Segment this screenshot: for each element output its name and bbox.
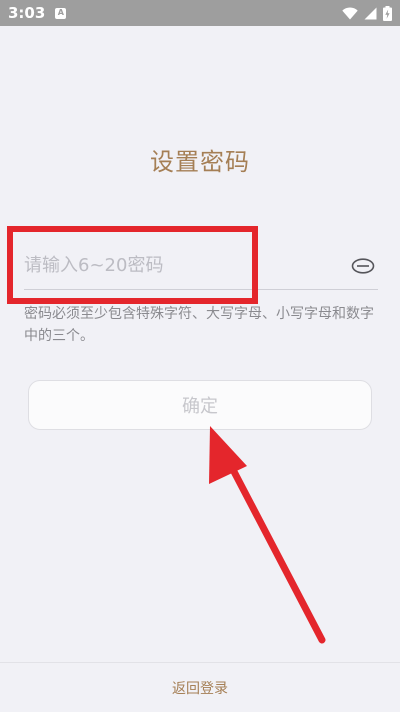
confirm-button[interactable]: 确定 — [28, 380, 372, 430]
arrow-annotation — [209, 426, 326, 644]
confirm-button-label: 确定 — [182, 396, 218, 417]
status-time: 3:03 — [8, 4, 46, 22]
password-input-row — [24, 242, 378, 290]
wifi-icon — [342, 6, 358, 19]
footer: 返回登录 — [0, 662, 400, 712]
signal-icon — [364, 7, 377, 19]
status-bar: 3:03 A — [0, 0, 400, 26]
status-icons — [342, 5, 392, 21]
back-to-login-link[interactable]: 返回登录 — [172, 678, 228, 698]
notification-letter: A — [57, 8, 64, 17]
notification-icon: A — [55, 7, 67, 19]
battery-charging-icon — [383, 5, 392, 21]
page-title: 设置密码 — [150, 148, 250, 176]
password-input[interactable] — [24, 242, 348, 289]
eye-closed-icon — [351, 257, 375, 274]
password-visibility-toggle[interactable] — [348, 251, 378, 281]
password-hint: 密码必须至少包含特殊字符、大写字母、小写字母和数字中的三个。 — [24, 306, 374, 344]
